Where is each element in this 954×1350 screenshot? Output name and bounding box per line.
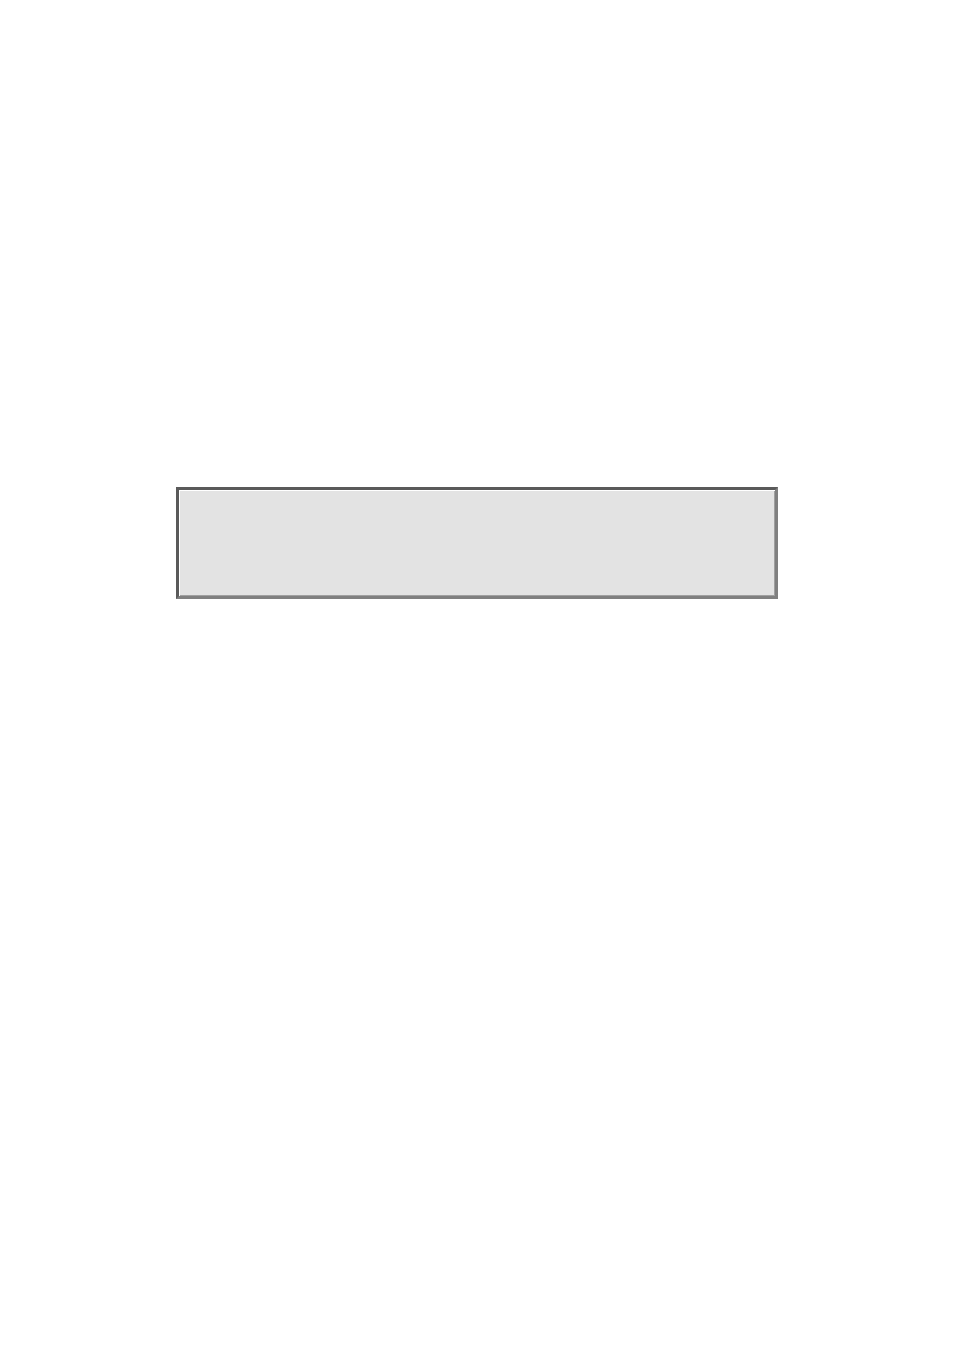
main-button[interactable] <box>176 487 778 599</box>
